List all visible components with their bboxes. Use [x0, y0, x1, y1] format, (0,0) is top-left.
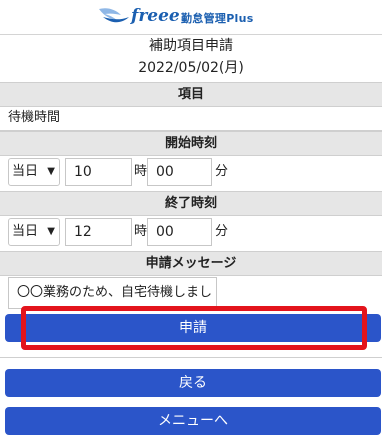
end-hour-unit: 時 [134, 224, 148, 239]
message-section-header: 申請メッセージ [0, 251, 382, 276]
logo-bird-icon [99, 8, 129, 23]
start-day-value: 当日 [12, 164, 39, 179]
logo-subtitle: 勤怠管理Plus [181, 12, 254, 25]
end-day-select[interactable]: 当日 ▼ [8, 218, 60, 246]
start-hour-input[interactable]: 10 [65, 158, 132, 186]
page-title: 補助項目申請 [149, 38, 233, 54]
start-minute-input[interactable]: 00 [147, 158, 212, 186]
app-header: freee 勤怠管理Plus [0, 0, 382, 35]
logo-text: freee [131, 6, 180, 26]
submit-highlight-box [21, 306, 367, 350]
item-value: 待機時間 [8, 110, 61, 125]
start-time-section-header: 開始時刻 [0, 131, 382, 156]
divider [0, 357, 382, 358]
end-minute-input[interactable]: 00 [147, 218, 212, 246]
end-hour-input[interactable]: 12 [65, 218, 132, 246]
end-minute-unit: 分 [215, 224, 229, 239]
end-day-value: 当日 [12, 224, 39, 239]
message-input[interactable]: 〇〇業務のため、自宅待機しまし [8, 277, 217, 309]
start-minute-unit: 分 [215, 164, 229, 179]
page-date: 2022/05/02(月) [138, 60, 244, 76]
end-time-section-header: 終了時刻 [0, 191, 382, 216]
chevron-down-icon: ▼ [47, 226, 55, 237]
menu-button[interactable]: メニューへ [5, 407, 381, 435]
start-hour-unit: 時 [134, 164, 148, 179]
start-day-select[interactable]: 当日 ▼ [8, 158, 60, 186]
chevron-down-icon: ▼ [47, 166, 55, 177]
item-section-header: 項目 [0, 82, 382, 107]
back-button[interactable]: 戻る [5, 369, 381, 397]
